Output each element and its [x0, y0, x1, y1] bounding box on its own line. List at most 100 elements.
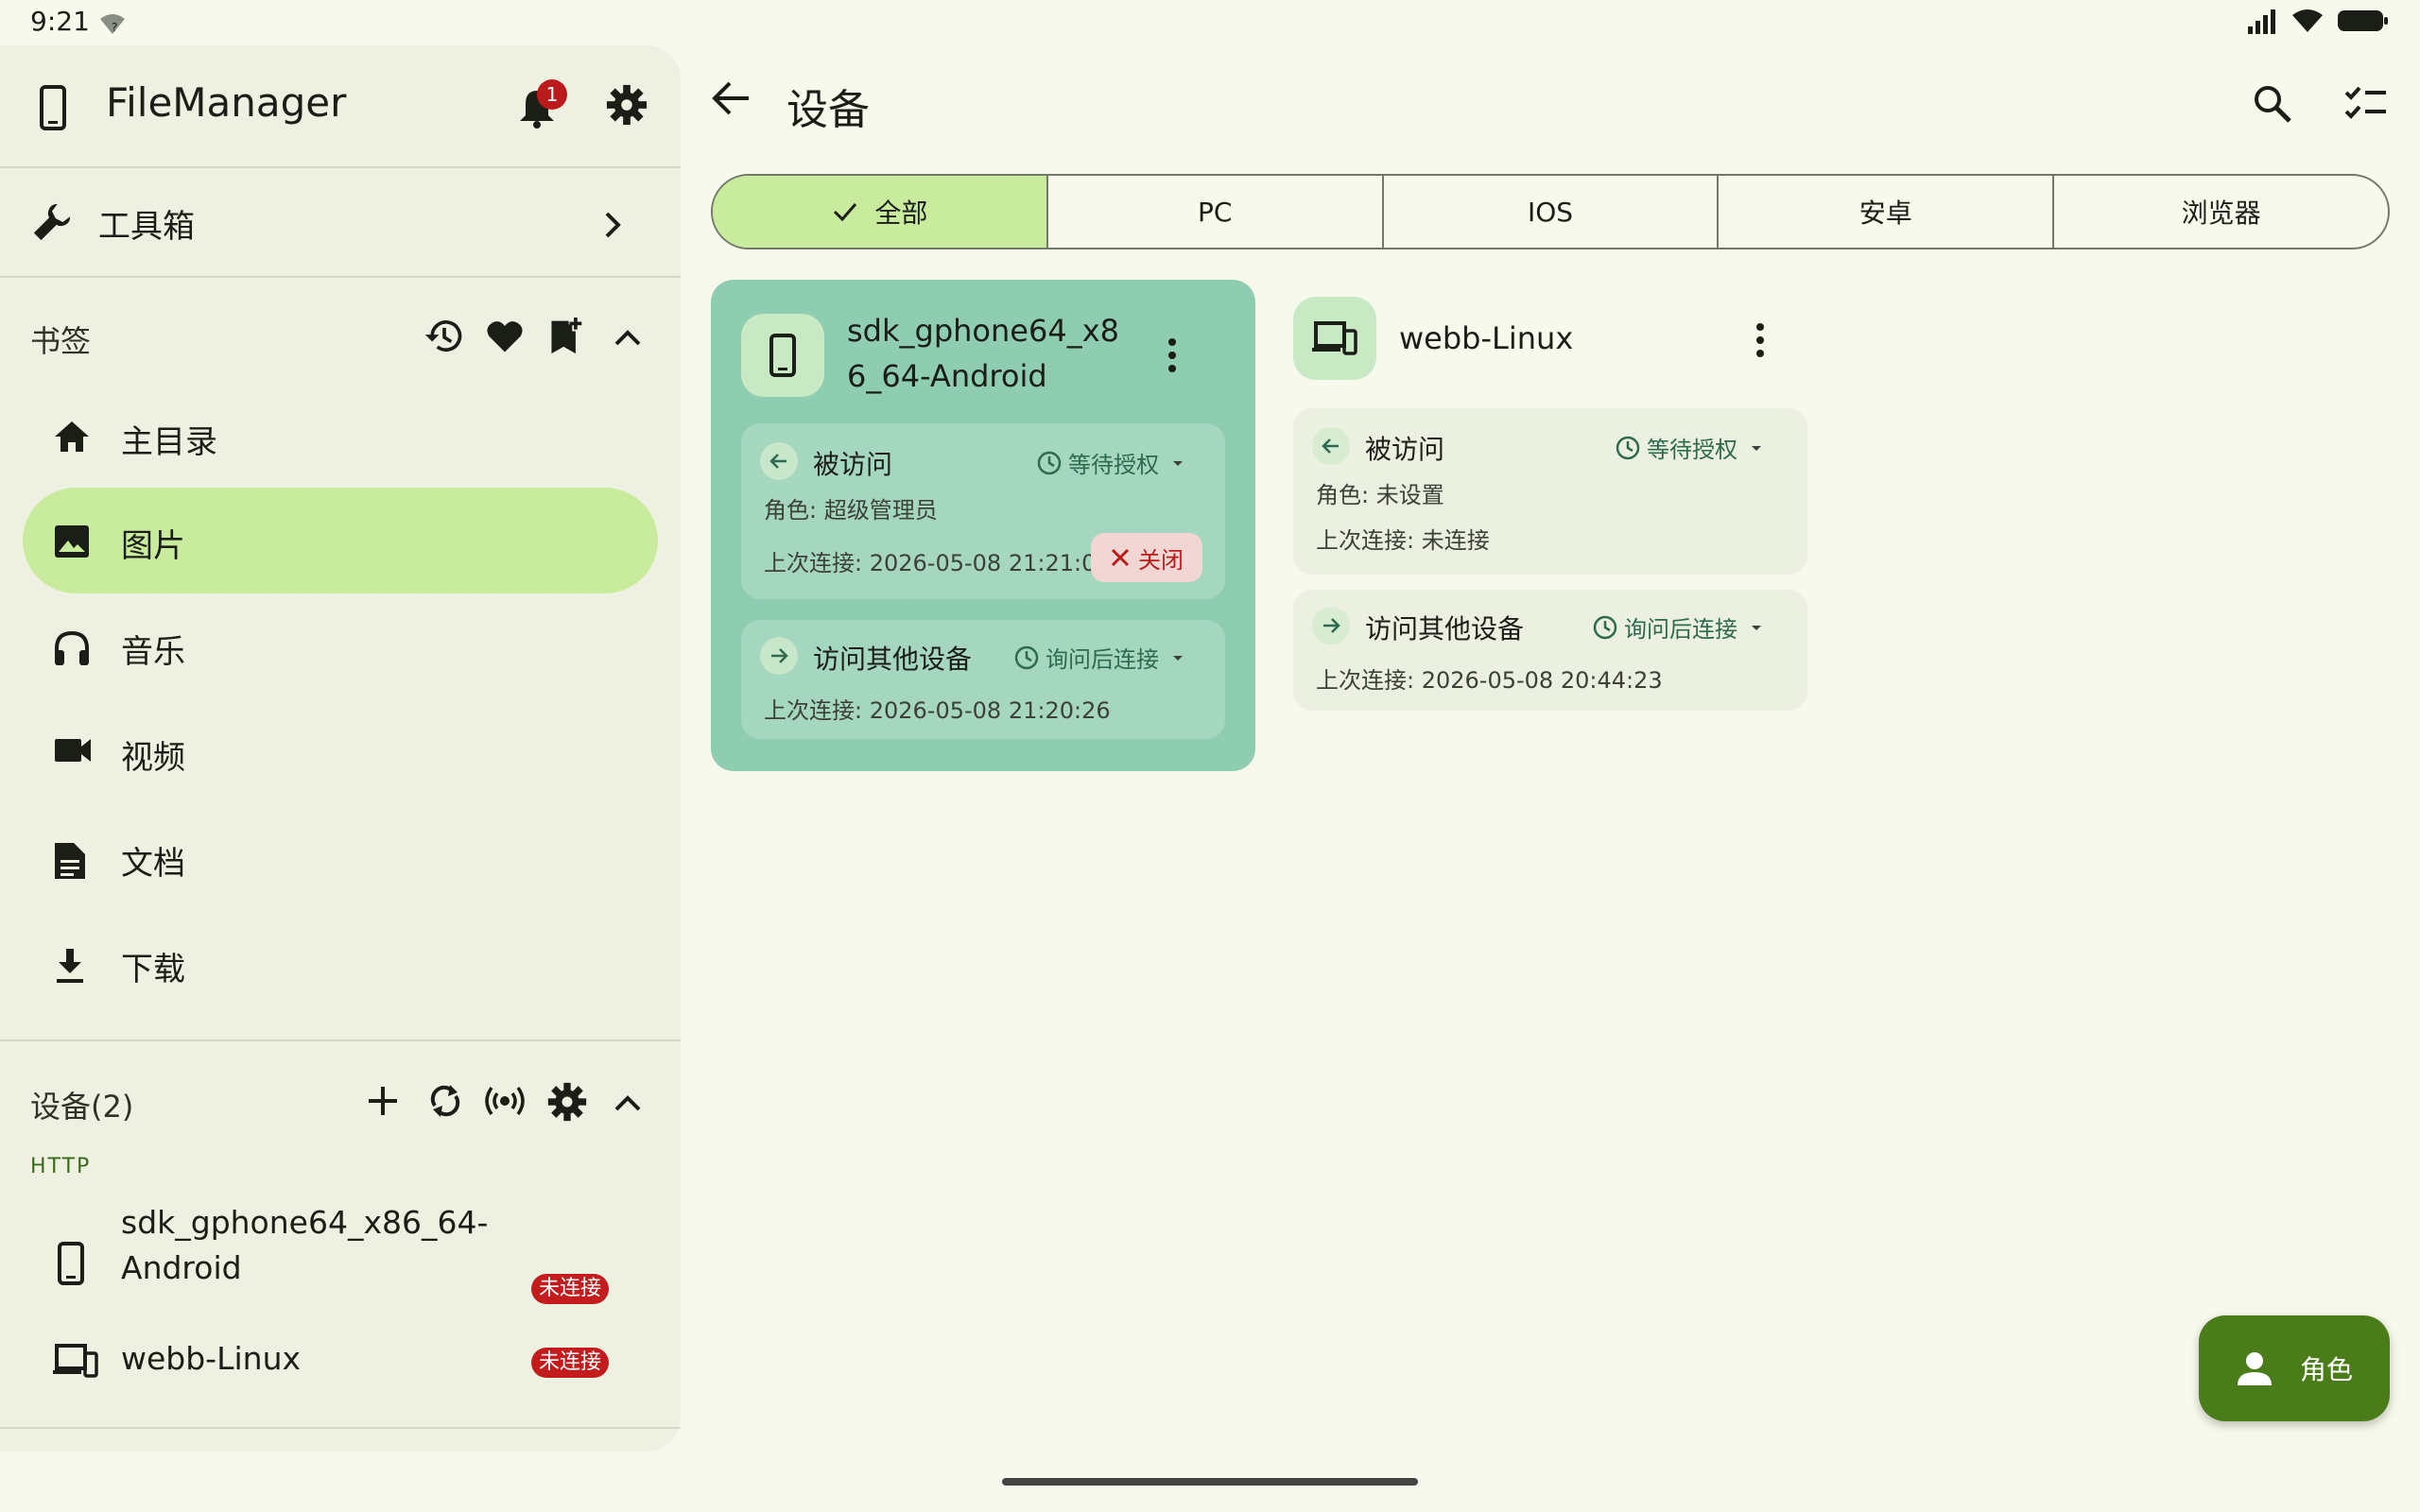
devices-section-title: 设备(2) — [30, 1089, 134, 1125]
add-icon[interactable] — [363, 1081, 408, 1126]
device-avatar — [741, 314, 824, 397]
tab-pc[interactable]: PC — [1048, 176, 1384, 248]
gear-icon[interactable] — [605, 83, 648, 127]
nav-label: 音乐 — [121, 633, 185, 671]
incoming-title: 被访问 — [813, 449, 893, 480]
role-fab-button[interactable]: 角色 — [2199, 1315, 2390, 1421]
nav-label: 文档 — [121, 845, 185, 883]
devices-icon — [53, 1344, 98, 1378]
device-card-title: webb-Linux — [1399, 320, 1574, 356]
clock-icon — [1616, 436, 1640, 459]
image-icon — [53, 524, 91, 559]
clock-icon — [1014, 645, 1039, 669]
devices-collapse-chevron-up-icon[interactable] — [609, 1085, 654, 1130]
notification-badge: 1 — [537, 79, 567, 110]
sidebar-device-linux[interactable]: webb-Linux 未连接 — [0, 1325, 681, 1400]
check-icon — [834, 203, 857, 222]
headphones-icon — [53, 629, 91, 667]
clock-icon — [1037, 451, 1062, 474]
device-card-linux[interactable]: webb-Linux 被访问 等待授权 角色: 未设置 上次连接: 未连接 访问… — [1289, 297, 1807, 713]
nav-label: 主目录 — [121, 423, 217, 461]
dropdown-arrow-icon — [1752, 625, 1761, 630]
outgoing-title: 访问其他设备 — [813, 644, 973, 675]
page-title: 设备 — [786, 86, 870, 134]
nav-item-video[interactable]: 视频 — [23, 699, 658, 805]
outgoing-title: 访问其他设备 — [1365, 613, 1525, 644]
arrow-left-icon — [760, 442, 798, 480]
wifi-question-icon: ? — [98, 11, 127, 36]
tab-label: PC — [1197, 196, 1233, 228]
nav-item-music[interactable]: 音乐 — [23, 593, 658, 699]
close-button[interactable]: 关闭 — [1091, 533, 1202, 582]
incoming-access-panel: 被访问 等待授权 角色: 未设置 上次连接: 未连接 — [1293, 408, 1807, 575]
tab-all[interactable]: 全部 — [713, 176, 1048, 248]
bookmark-add-icon[interactable] — [546, 316, 592, 361]
svg-text:?: ? — [112, 21, 117, 34]
tab-ios[interactable]: IOS — [1384, 176, 1720, 248]
status-badge: 未连接 — [531, 1274, 610, 1304]
dropdown-arrow-icon — [1173, 655, 1183, 661]
device-card-title: sdk_gphone64_x86_64-Android — [847, 313, 1119, 394]
auth-status-dropdown[interactable]: 等待授权 — [1615, 431, 1770, 464]
dropdown-arrow-icon — [1173, 460, 1183, 466]
history-icon[interactable] — [424, 316, 469, 361]
tab-android[interactable]: 安卓 — [1719, 176, 2055, 248]
person-icon — [2237, 1352, 2272, 1385]
nav-label: 下载 — [121, 951, 185, 988]
signal-icon — [2248, 9, 2275, 34]
sync-icon[interactable] — [425, 1081, 471, 1126]
outgoing-access-panel: 访问其他设备 询问后连接 上次连接: 2026-05-08 21:20:26 — [741, 620, 1225, 739]
nav-item-home[interactable]: 主目录 — [23, 384, 658, 490]
status-bar: 9:21 ? — [0, 0, 2420, 45]
search-icon[interactable] — [2252, 83, 2293, 125]
last-connection-text: 上次连接: 2026-05-08 21:20:26 — [764, 697, 1111, 724]
heart-icon[interactable] — [484, 316, 529, 361]
document-icon — [53, 841, 87, 881]
divider — [0, 276, 681, 278]
tab-browser[interactable]: 浏览器 — [2054, 176, 2388, 248]
chevron-right-icon — [594, 206, 631, 244]
toolbox-row[interactable]: 工具箱 — [0, 168, 681, 276]
divider — [0, 1427, 681, 1429]
status-text: 等待授权 — [1068, 452, 1159, 478]
device-name: sdk_gphone64_x86_64-Android — [121, 1204, 489, 1286]
status-time: 9:21 — [30, 6, 90, 37]
last-connection-text: 上次连接: 2026-05-08 21:21:01 — [764, 550, 1111, 576]
nav-label: 图片 — [121, 527, 185, 565]
more-vert-icon[interactable] — [1165, 336, 1180, 374]
device-settings-gear-icon[interactable] — [546, 1081, 592, 1126]
back-arrow-icon[interactable] — [711, 79, 752, 117]
tab-label: 浏览器 — [2181, 198, 2261, 229]
device-card-android[interactable]: sdk_gphone64_x86_64-Android 被访问 等待授权 角色:… — [711, 280, 1255, 771]
gesture-home-bar[interactable] — [1002, 1478, 1418, 1486]
wrench-icon — [30, 200, 74, 244]
arrow-right-icon — [760, 637, 798, 675]
device-avatar — [1293, 297, 1376, 380]
more-vert-icon[interactable] — [1753, 321, 1768, 359]
wifi-icon — [2292, 9, 2323, 32]
device-filter-tabs: 全部 PC IOS 安卓 浏览器 — [711, 174, 2390, 249]
status-text: 等待授权 — [1647, 437, 1737, 463]
nav-item-documents[interactable]: 文档 — [23, 805, 658, 911]
nav-item-images[interactable]: 图片 — [23, 488, 658, 593]
connect-mode-dropdown[interactable]: 询问后连接 — [1592, 610, 1770, 644]
last-connection-text: 上次连接: 未连接 — [1316, 527, 1490, 554]
navigation-drawer: FileManager 1 工具箱 书签 主目录 图片 音乐 视频 文档 下载 … — [0, 45, 681, 1452]
download-icon — [53, 947, 87, 985]
nav-item-downloads[interactable]: 下载 — [23, 911, 658, 1017]
sidebar-device-android[interactable]: sdk_gphone64_x86_64-Android 未连接 — [0, 1200, 681, 1314]
incoming-title: 被访问 — [1365, 434, 1445, 465]
bookmarks-title: 书签 — [30, 323, 92, 359]
checklist-icon[interactable] — [2344, 83, 2388, 121]
role-text: 角色: 未设置 — [1316, 482, 1444, 508]
toolbox-label: 工具箱 — [98, 208, 195, 246]
connect-mode-dropdown[interactable]: 询问后连接 — [1013, 641, 1191, 674]
drawer-header: FileManager 1 — [0, 45, 681, 166]
auth-status-dropdown[interactable]: 等待授权 — [1036, 446, 1191, 479]
arrow-left-icon — [1312, 427, 1350, 465]
tab-label: 全部 — [874, 198, 928, 229]
chevron-up-icon[interactable] — [609, 319, 654, 365]
status-text: 询问后连接 — [1624, 616, 1737, 643]
status-badge: 未连接 — [531, 1348, 610, 1378]
broadcast-icon[interactable] — [484, 1081, 529, 1126]
